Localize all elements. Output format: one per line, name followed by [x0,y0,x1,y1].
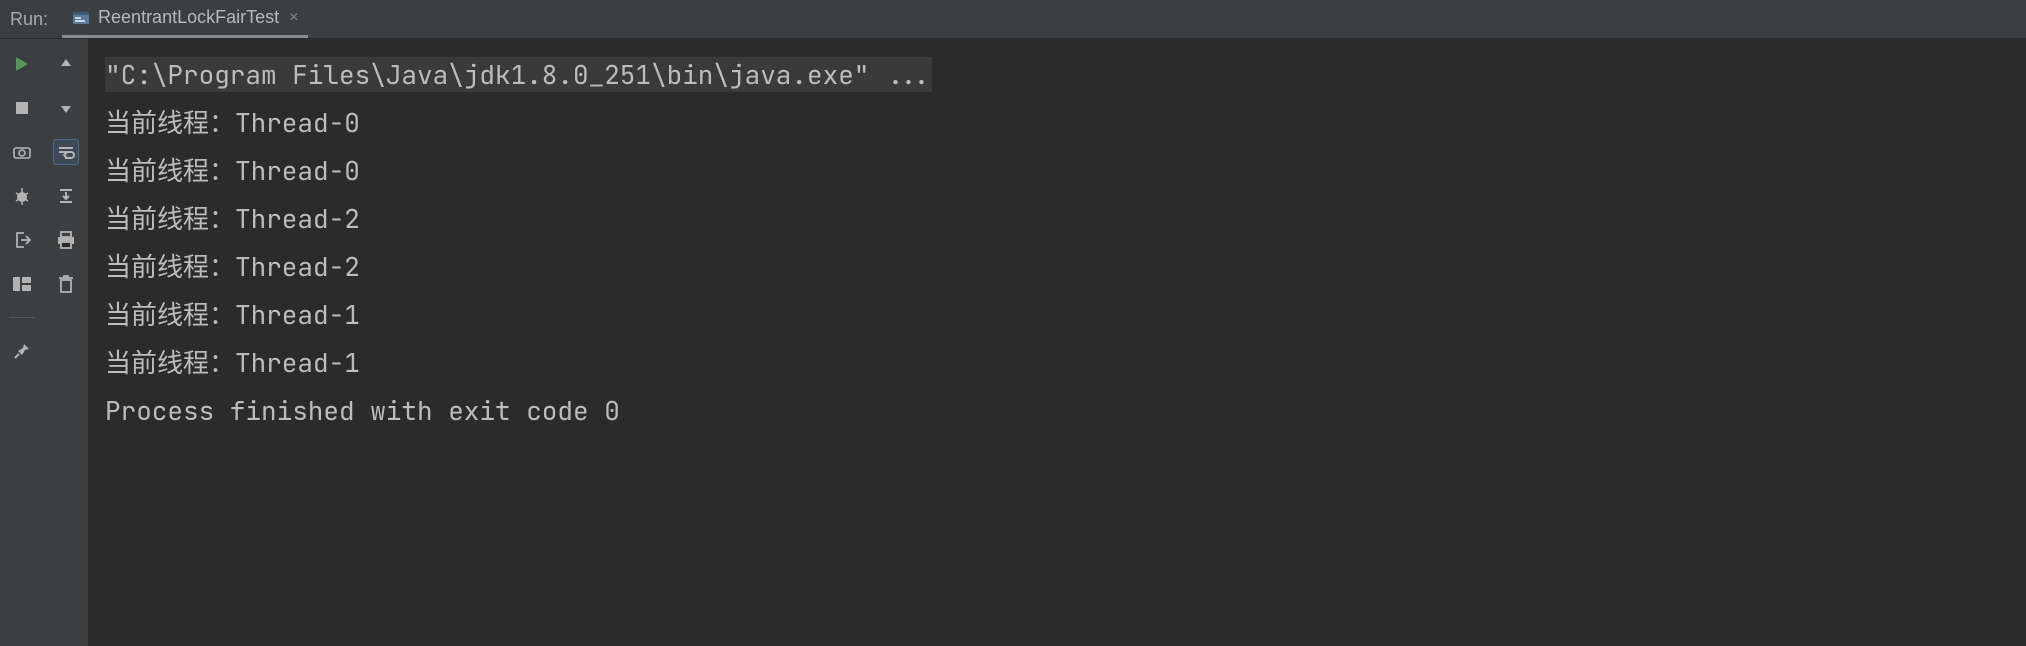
down-stack-icon[interactable] [53,95,79,121]
pin-icon[interactable] [9,338,35,364]
run-actions-secondary [44,39,89,646]
exit-icon[interactable] [9,227,35,253]
output-line: 当前线程：Thread-1 [105,291,2010,339]
close-icon[interactable]: × [287,9,298,27]
output-line: 当前线程：Thread-0 [105,99,2010,147]
output-line: 当前线程：Thread-1 [105,339,2010,387]
rerun-icon[interactable] [9,51,35,77]
output-line: 当前线程：Thread-2 [105,243,2010,291]
tab-title: ReentrantLockFairTest [98,7,279,28]
run-config-tab[interactable]: ReentrantLockFairTest × [62,0,308,38]
run-actions-primary [0,39,44,646]
layout-icon[interactable] [9,271,35,297]
clear-all-icon[interactable] [53,271,79,297]
application-icon [72,9,90,27]
output-line: 当前线程：Thread-2 [105,195,2010,243]
command-line: "C:\Program Files\Java\jdk1.8.0_251\bin\… [105,57,932,92]
exit-line: Process finished with exit code 0 [105,387,2010,435]
run-label: Run: [0,0,62,38]
dump-threads-icon[interactable] [9,139,35,165]
stop-icon[interactable] [9,95,35,121]
separator [9,317,35,318]
output-line: 当前线程：Thread-0 [105,147,2010,195]
up-stack-icon[interactable] [53,51,79,77]
console-output[interactable]: "C:\Program Files\Java\jdk1.8.0_251\bin\… [89,39,2026,646]
scroll-to-end-icon[interactable] [53,183,79,209]
debug-icon[interactable] [9,183,35,209]
soft-wrap-icon[interactable] [53,139,79,165]
run-tool-window: Run: ReentrantLockFairTest × [0,0,2026,646]
print-icon[interactable] [53,227,79,253]
run-header: Run: ReentrantLockFairTest × [0,0,2026,39]
run-body: "C:\Program Files\Java\jdk1.8.0_251\bin\… [0,39,2026,646]
